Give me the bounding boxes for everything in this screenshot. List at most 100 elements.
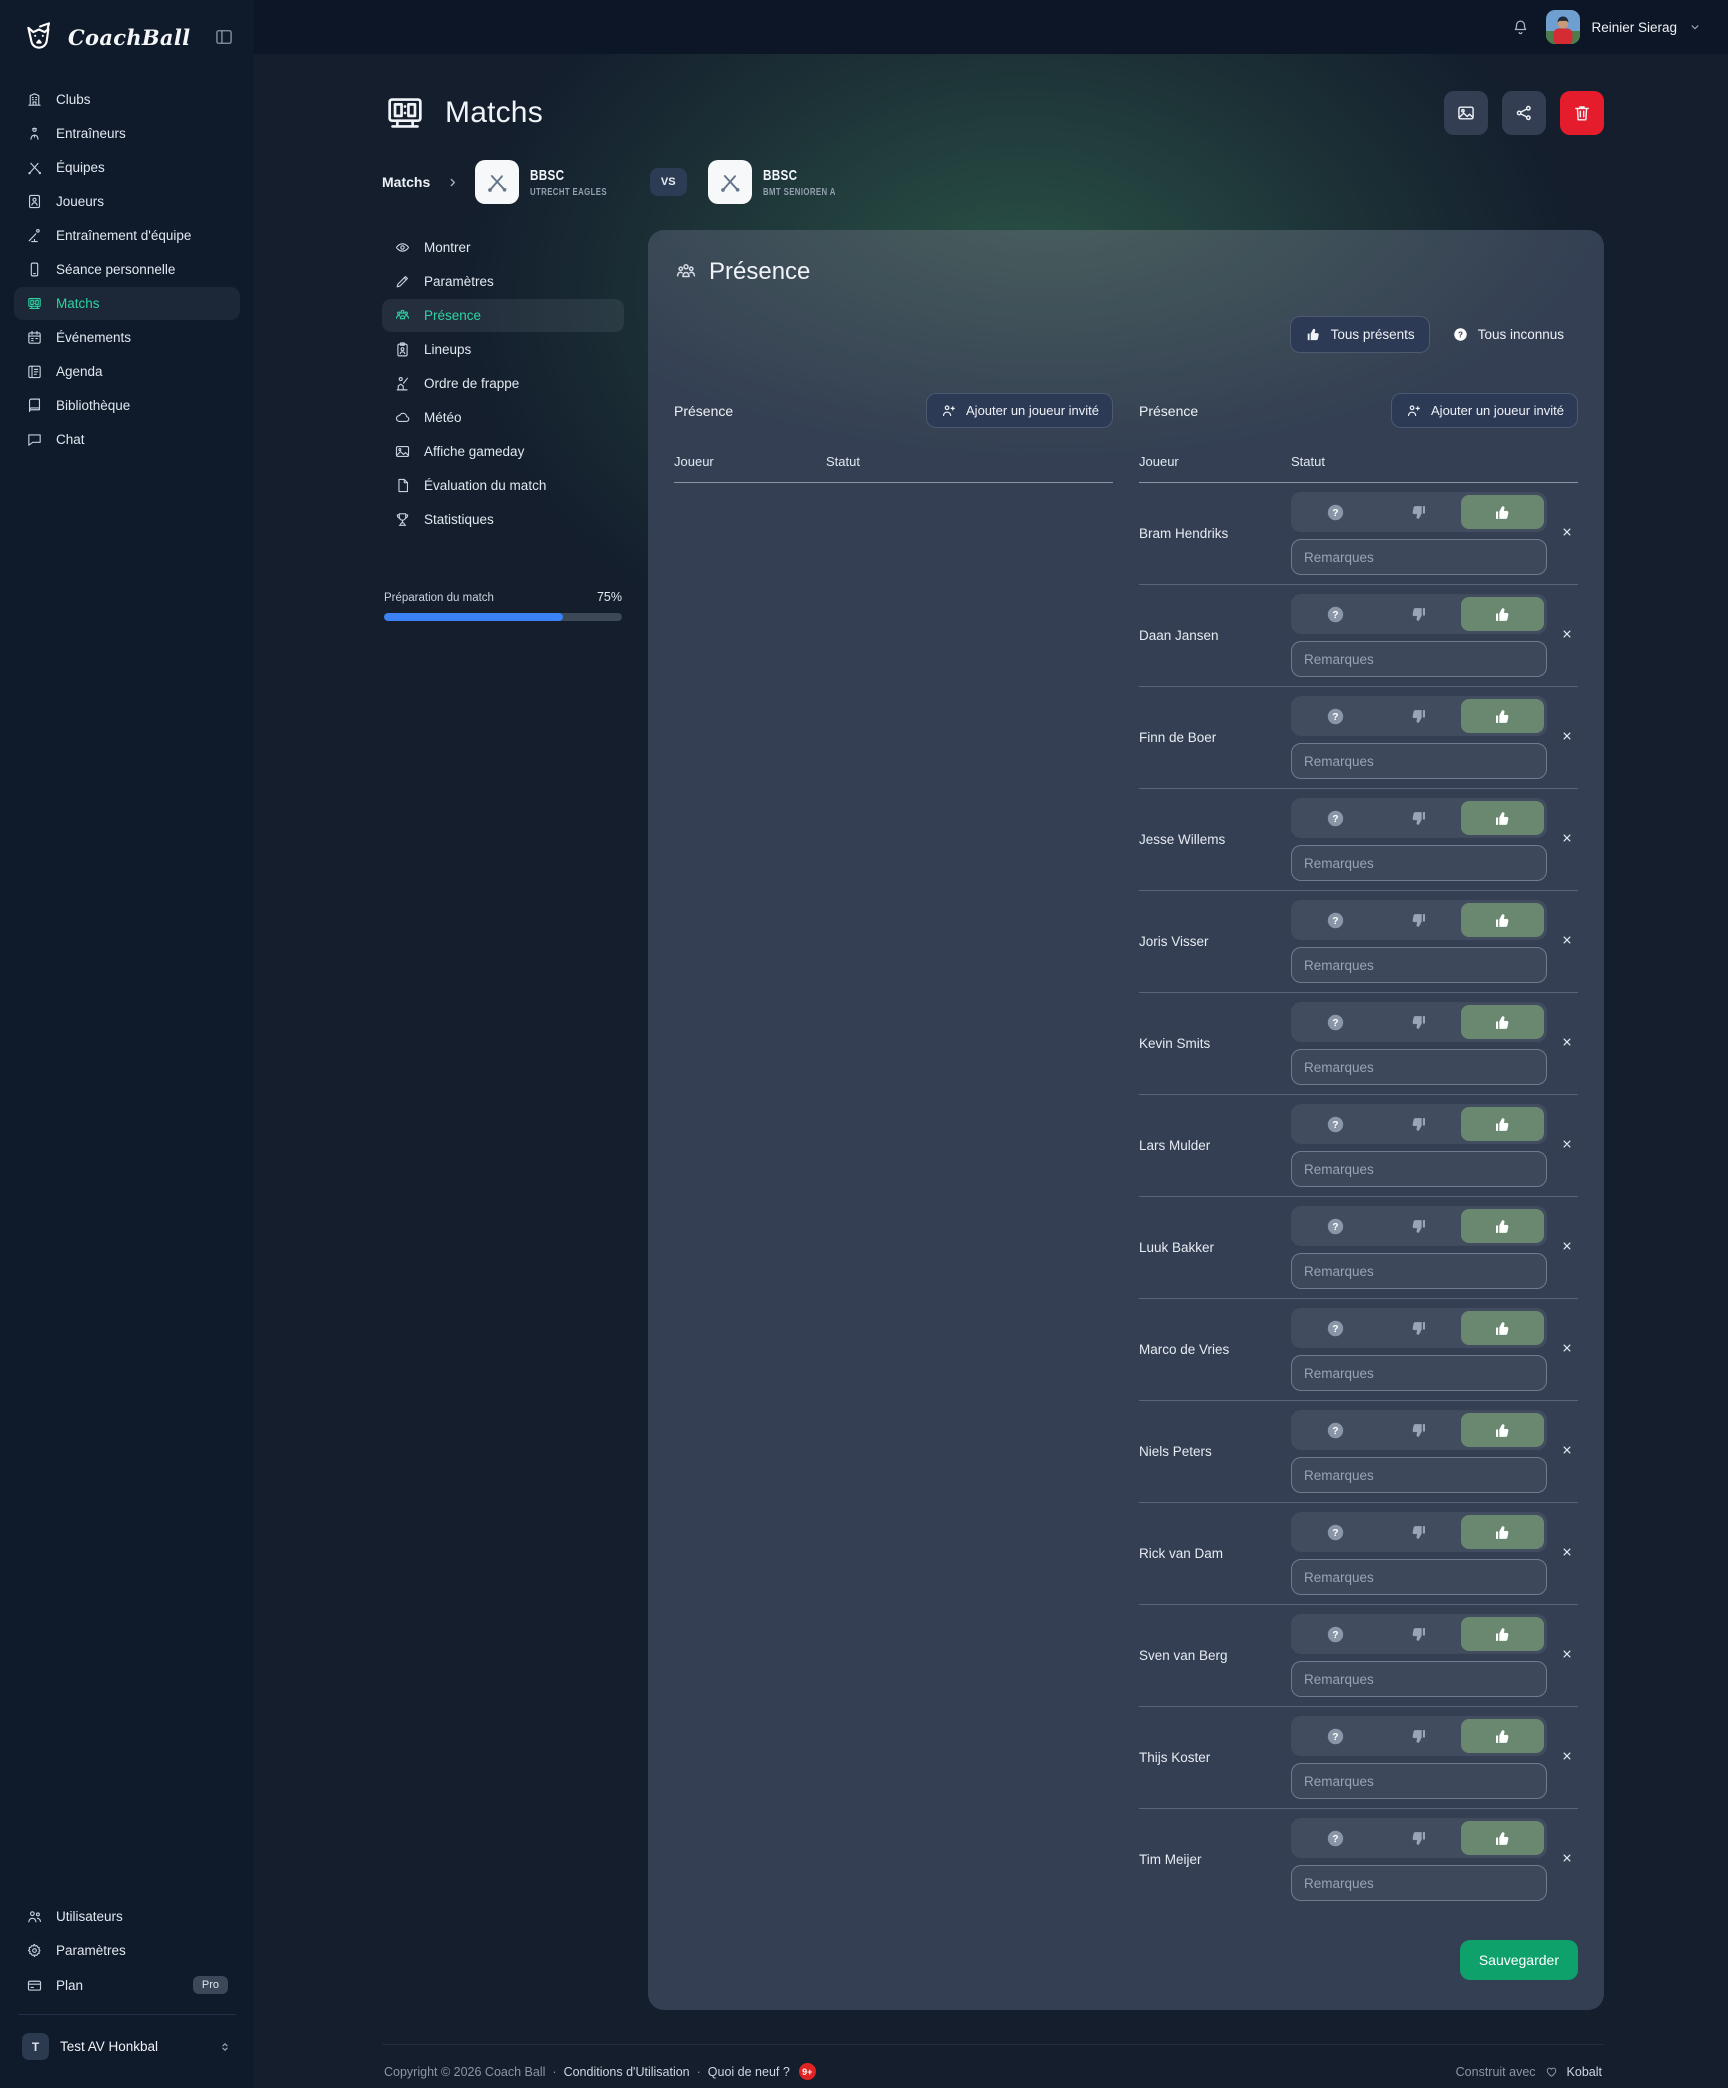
status-unknown-button[interactable]: ? xyxy=(1294,1821,1377,1855)
tab-statistiques[interactable]: Statistiques xyxy=(382,503,624,536)
remove-player-button[interactable] xyxy=(1556,1543,1578,1565)
status-present-button[interactable] xyxy=(1461,1413,1544,1447)
remarks-input[interactable] xyxy=(1291,1355,1547,1391)
status-unknown-button[interactable]: ? xyxy=(1294,903,1377,937)
tab-evaluation-du-match[interactable]: Évaluation du match xyxy=(382,469,624,502)
remarks-input[interactable] xyxy=(1291,1559,1547,1595)
remarks-input[interactable] xyxy=(1291,1253,1547,1289)
remove-player-button[interactable] xyxy=(1556,1033,1578,1055)
remove-player-button[interactable] xyxy=(1556,1645,1578,1667)
sidebar-item-matchs[interactable]: Matchs xyxy=(14,287,240,320)
remarks-input[interactable] xyxy=(1291,1049,1547,1085)
sidebar-item-agenda[interactable]: Agenda xyxy=(14,355,240,388)
terms-link[interactable]: Conditions d'Utilisation xyxy=(564,2065,690,2079)
status-present-button[interactable] xyxy=(1461,1719,1544,1753)
sidebar-item-parametres[interactable]: Paramètres xyxy=(14,1934,240,1967)
status-absent-button[interactable] xyxy=(1377,1005,1460,1039)
all-unknown-button[interactable]: ? Tous inconnus xyxy=(1438,317,1578,352)
tab-affiche-gameday[interactable]: Affiche gameday xyxy=(382,435,624,468)
status-absent-button[interactable] xyxy=(1377,801,1460,835)
share-button[interactable] xyxy=(1502,91,1546,135)
remove-player-button[interactable] xyxy=(1556,931,1578,953)
status-unknown-button[interactable]: ? xyxy=(1294,1515,1377,1549)
status-absent-button[interactable] xyxy=(1377,1719,1460,1753)
remove-player-button[interactable] xyxy=(1556,625,1578,647)
remove-player-button[interactable] xyxy=(1556,1135,1578,1157)
kobalt-link[interactable]: Kobalt xyxy=(1567,2065,1602,2079)
status-unknown-button[interactable]: ? xyxy=(1294,699,1377,733)
status-present-button[interactable] xyxy=(1461,495,1544,529)
remove-player-button[interactable] xyxy=(1556,829,1578,851)
remove-player-button[interactable] xyxy=(1556,1339,1578,1361)
team-switcher[interactable]: T Test AV Honkbal xyxy=(14,2025,240,2068)
notifications-bell-icon[interactable] xyxy=(1511,18,1530,37)
status-absent-button[interactable] xyxy=(1377,1209,1460,1243)
status-present-button[interactable] xyxy=(1461,1515,1544,1549)
remove-player-button[interactable] xyxy=(1556,1849,1578,1871)
sidebar-item-utilisateurs[interactable]: Utilisateurs xyxy=(14,1900,240,1933)
sidebar-item-chat[interactable]: Chat xyxy=(14,423,240,456)
status-absent-button[interactable] xyxy=(1377,597,1460,631)
save-button[interactable]: Sauvegarder xyxy=(1460,1940,1578,1980)
remove-player-button[interactable] xyxy=(1556,727,1578,749)
sidebar-item-entrainement-d-equipe[interactable]: Entraînement d'équipe xyxy=(14,219,240,252)
status-unknown-button[interactable]: ? xyxy=(1294,1209,1377,1243)
remarks-input[interactable] xyxy=(1291,743,1547,779)
remarks-input[interactable] xyxy=(1291,1661,1547,1697)
status-present-button[interactable] xyxy=(1461,1821,1544,1855)
tab-presence[interactable]: Présence xyxy=(382,299,624,332)
status-present-button[interactable] xyxy=(1461,1311,1544,1345)
sidebar-item-entraineurs[interactable]: Entraîneurs xyxy=(14,117,240,150)
status-absent-button[interactable] xyxy=(1377,1413,1460,1447)
status-absent-button[interactable] xyxy=(1377,903,1460,937)
status-present-button[interactable] xyxy=(1461,1209,1544,1243)
remarks-input[interactable] xyxy=(1291,1865,1547,1901)
delete-match-button[interactable] xyxy=(1560,91,1604,135)
status-present-button[interactable] xyxy=(1461,1107,1544,1141)
remarks-input[interactable] xyxy=(1291,845,1547,881)
status-unknown-button[interactable]: ? xyxy=(1294,1107,1377,1141)
status-present-button[interactable] xyxy=(1461,699,1544,733)
user-menu[interactable]: Reinier Sierag xyxy=(1546,10,1702,44)
remarks-input[interactable] xyxy=(1291,1151,1547,1187)
status-unknown-button[interactable]: ? xyxy=(1294,1005,1377,1039)
status-present-button[interactable] xyxy=(1461,1005,1544,1039)
remove-player-button[interactable] xyxy=(1556,1237,1578,1259)
sidebar-item-equipes[interactable]: Équipes xyxy=(14,151,240,184)
status-absent-button[interactable] xyxy=(1377,495,1460,529)
sidebar-item-joueurs[interactable]: Joueurs xyxy=(14,185,240,218)
remarks-input[interactable] xyxy=(1291,1763,1547,1799)
remarks-input[interactable] xyxy=(1291,947,1547,983)
status-unknown-button[interactable]: ? xyxy=(1294,597,1377,631)
status-absent-button[interactable] xyxy=(1377,699,1460,733)
status-present-button[interactable] xyxy=(1461,1617,1544,1651)
status-absent-button[interactable] xyxy=(1377,1311,1460,1345)
status-present-button[interactable] xyxy=(1461,903,1544,937)
remarks-input[interactable] xyxy=(1291,539,1547,575)
add-guest-player-button[interactable]: Ajouter un joueur invité xyxy=(926,393,1113,428)
status-absent-button[interactable] xyxy=(1377,1617,1460,1651)
sidebar-collapse-button[interactable] xyxy=(214,27,234,47)
sidebar-item-clubs[interactable]: Clubs xyxy=(14,83,240,116)
sidebar-item-plan[interactable]: Plan Pro xyxy=(14,1968,240,2002)
status-absent-button[interactable] xyxy=(1377,1821,1460,1855)
status-unknown-button[interactable]: ? xyxy=(1294,1413,1377,1447)
status-absent-button[interactable] xyxy=(1377,1107,1460,1141)
tab-ordre-de-frappe[interactable]: Ordre de frappe xyxy=(382,367,624,400)
remarks-input[interactable] xyxy=(1291,641,1547,677)
sidebar-item-bibliotheque[interactable]: Bibliothèque xyxy=(14,389,240,422)
status-unknown-button[interactable]: ? xyxy=(1294,801,1377,835)
sidebar-item-seance-personnelle[interactable]: Séance personnelle xyxy=(14,253,240,286)
status-present-button[interactable] xyxy=(1461,801,1544,835)
status-present-button[interactable] xyxy=(1461,597,1544,631)
remove-player-button[interactable] xyxy=(1556,1441,1578,1463)
add-guest-player-button[interactable]: Ajouter un joueur invité xyxy=(1391,393,1578,428)
all-present-button[interactable]: Tous présents xyxy=(1290,316,1430,353)
remarks-input[interactable] xyxy=(1291,1457,1547,1493)
status-unknown-button[interactable]: ? xyxy=(1294,1311,1377,1345)
remove-player-button[interactable] xyxy=(1556,523,1578,545)
whats-new-link[interactable]: Quoi de neuf ? xyxy=(708,2065,790,2079)
status-unknown-button[interactable]: ? xyxy=(1294,495,1377,529)
status-absent-button[interactable] xyxy=(1377,1515,1460,1549)
tab-meteo[interactable]: Météo xyxy=(382,401,624,434)
